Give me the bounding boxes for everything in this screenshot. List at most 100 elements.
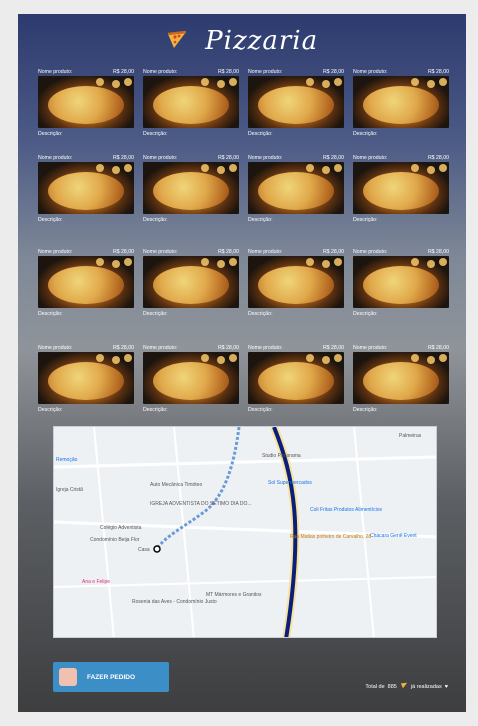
pizza-image <box>143 76 239 128</box>
pizza-image <box>353 76 449 128</box>
product-description: Descrição: <box>353 217 378 223</box>
pizza-image <box>353 352 449 404</box>
map-label: MT Mármores e Granitos <box>206 592 262 598</box>
map-label: Casa <box>138 547 150 553</box>
product-card[interactable]: Nome produto: R$ 28,00 Descrição: <box>143 154 239 223</box>
product-card[interactable]: Nome produto: R$ 28,00 Descrição: <box>38 68 134 137</box>
product-description: Descrição: <box>353 407 378 413</box>
product-header: Nome produto: R$ 28,00 <box>143 344 239 352</box>
product-header: Nome produto: R$ 28,00 <box>38 154 134 162</box>
product-name: Nome produto: <box>143 69 178 75</box>
product-name: Nome produto: <box>38 345 73 351</box>
product-name: Nome produto: <box>353 345 388 351</box>
footer-suffix: já realizadas <box>410 683 442 690</box>
order-button[interactable]: FAZER PEDIDO <box>53 662 169 692</box>
product-description: Descrição: <box>38 217 63 223</box>
pizza-image <box>143 162 239 214</box>
product-price: R$ 28,00 <box>322 345 344 351</box>
product-card[interactable]: Nome produto: R$ 28,00 Descrição: <box>353 248 449 317</box>
product-name: Nome produto: <box>38 69 73 75</box>
product-header: Nome produto: R$ 28,00 <box>353 68 449 76</box>
map-label: Ana e Felipe <box>82 579 111 585</box>
product-description: Descrição: <box>143 217 168 223</box>
product-description: Descrição: <box>143 311 168 317</box>
map-label: Coli Fritas Produtos Alimentícios <box>310 507 382 513</box>
map[interactable]: Palmeiras Studio Panorama Sol Supermerca… <box>53 426 437 638</box>
order-button-label: FAZER PEDIDO <box>86 673 136 681</box>
product-name: Nome produto: <box>143 249 178 255</box>
pizza-image <box>143 256 239 308</box>
product-header: Nome produto: R$ 28,00 <box>353 344 449 352</box>
product-description: Descrição: <box>38 407 63 413</box>
product-card[interactable]: Nome produto: R$ 28,00 Descrição: <box>248 68 344 137</box>
pizza-slice-icon <box>400 682 408 691</box>
product-price: R$ 28,00 <box>217 155 239 161</box>
product-header: Nome produto: R$ 28,00 <box>38 248 134 256</box>
title-text: Pizzaria <box>205 26 319 56</box>
product-price: R$ 28,00 <box>322 69 344 75</box>
pizza-image <box>248 76 344 128</box>
product-name: Nome produto: <box>143 155 178 161</box>
page: Pizzaria Nome produto: R$ 28,00 Descrição:… <box>18 14 466 712</box>
product-price: R$ 28,00 <box>217 249 239 255</box>
product-name: Nome produto: <box>248 345 283 351</box>
product-card[interactable]: Nome produto: R$ 28,00 Descrição: <box>143 344 239 413</box>
product-description: Descrição: <box>38 131 63 137</box>
product-description: Descrição: <box>248 217 273 223</box>
map-label: Sol Supermercados <box>268 480 312 486</box>
product-description: Descrição: <box>248 131 273 137</box>
product-card[interactable]: Nome produto: R$ 28,00 Descrição: <box>143 248 239 317</box>
product-price: R$ 28,00 <box>427 345 449 351</box>
product-header: Nome produto: R$ 28,00 <box>353 154 449 162</box>
product-card[interactable]: Nome produto: R$ 28,00 Descrição: <box>143 68 239 137</box>
product-name: Nome produto: <box>38 249 73 255</box>
footer-total: Total de 885 já realizadas ♥ <box>365 682 448 691</box>
map-label: Studio Panorama <box>262 453 301 459</box>
product-header: Nome produto: R$ 28,00 <box>248 344 344 352</box>
product-name: Nome produto: <box>38 155 73 161</box>
product-name: Nome produto: <box>248 69 283 75</box>
product-header: Nome produto: R$ 28,00 <box>248 68 344 76</box>
pizza-slice-icon <box>166 27 188 57</box>
pizza-image <box>248 162 344 214</box>
product-card[interactable]: Nome produto: R$ 28,00 Descrição: <box>353 68 449 137</box>
product-card[interactable]: Nome produto: R$ 28,00 Descrição: <box>38 248 134 317</box>
product-card[interactable]: Nome produto: R$ 28,00 Descrição: <box>38 154 134 223</box>
product-price: R$ 28,00 <box>217 345 239 351</box>
map-label: Colégio Adventista <box>100 525 142 531</box>
map-label: Igreja Cristã <box>56 487 83 493</box>
footer-count: 885 <box>387 683 397 690</box>
product-price: R$ 28,00 <box>112 155 134 161</box>
product-price: R$ 28,00 <box>427 155 449 161</box>
footer-prefix: Total de <box>365 683 385 690</box>
pizza-image <box>38 76 134 128</box>
map-label: Auto Mecânica Timóteo <box>150 482 203 488</box>
product-card[interactable]: Nome produto: R$ 28,00 Descrição: <box>248 154 344 223</box>
map-label: Rosenia das Aves - Condomínio Justo <box>132 599 217 605</box>
map-label: Chácara Genê Event <box>370 533 417 539</box>
product-description: Descrição: <box>353 131 378 137</box>
product-price: R$ 28,00 <box>427 69 449 75</box>
map-label: IGREJA ADVENTISTA DO SÉTIMO DIA DO... <box>150 501 252 507</box>
product-header: Nome produto: R$ 28,00 <box>38 344 134 352</box>
product-card[interactable]: Nome produto: R$ 28,00 Descrição: <box>248 248 344 317</box>
product-header: Nome produto: R$ 28,00 <box>143 154 239 162</box>
pizza-image <box>38 352 134 404</box>
map-label: Remoção <box>56 457 78 463</box>
product-name: Nome produto: <box>353 249 388 255</box>
product-card[interactable]: Nome produto: R$ 28,00 Descrição: <box>353 154 449 223</box>
pizza-image <box>38 256 134 308</box>
page-title: Pizzaria <box>18 26 466 57</box>
map-label: Palmeiras <box>399 433 422 439</box>
hand-icon <box>59 668 77 686</box>
product-description: Descrição: <box>38 311 63 317</box>
product-card[interactable]: Nome produto: R$ 28,00 Descrição: <box>248 344 344 413</box>
product-card[interactable]: Nome produto: R$ 28,00 Descrição: <box>38 344 134 413</box>
product-price: R$ 28,00 <box>112 249 134 255</box>
pizza-image <box>353 162 449 214</box>
product-header: Nome produto: R$ 28,00 <box>248 154 344 162</box>
product-header: Nome produto: R$ 28,00 <box>353 248 449 256</box>
product-name: Nome produto: <box>248 249 283 255</box>
product-price: R$ 28,00 <box>112 69 134 75</box>
product-card[interactable]: Nome produto: R$ 28,00 Descrição: <box>353 344 449 413</box>
